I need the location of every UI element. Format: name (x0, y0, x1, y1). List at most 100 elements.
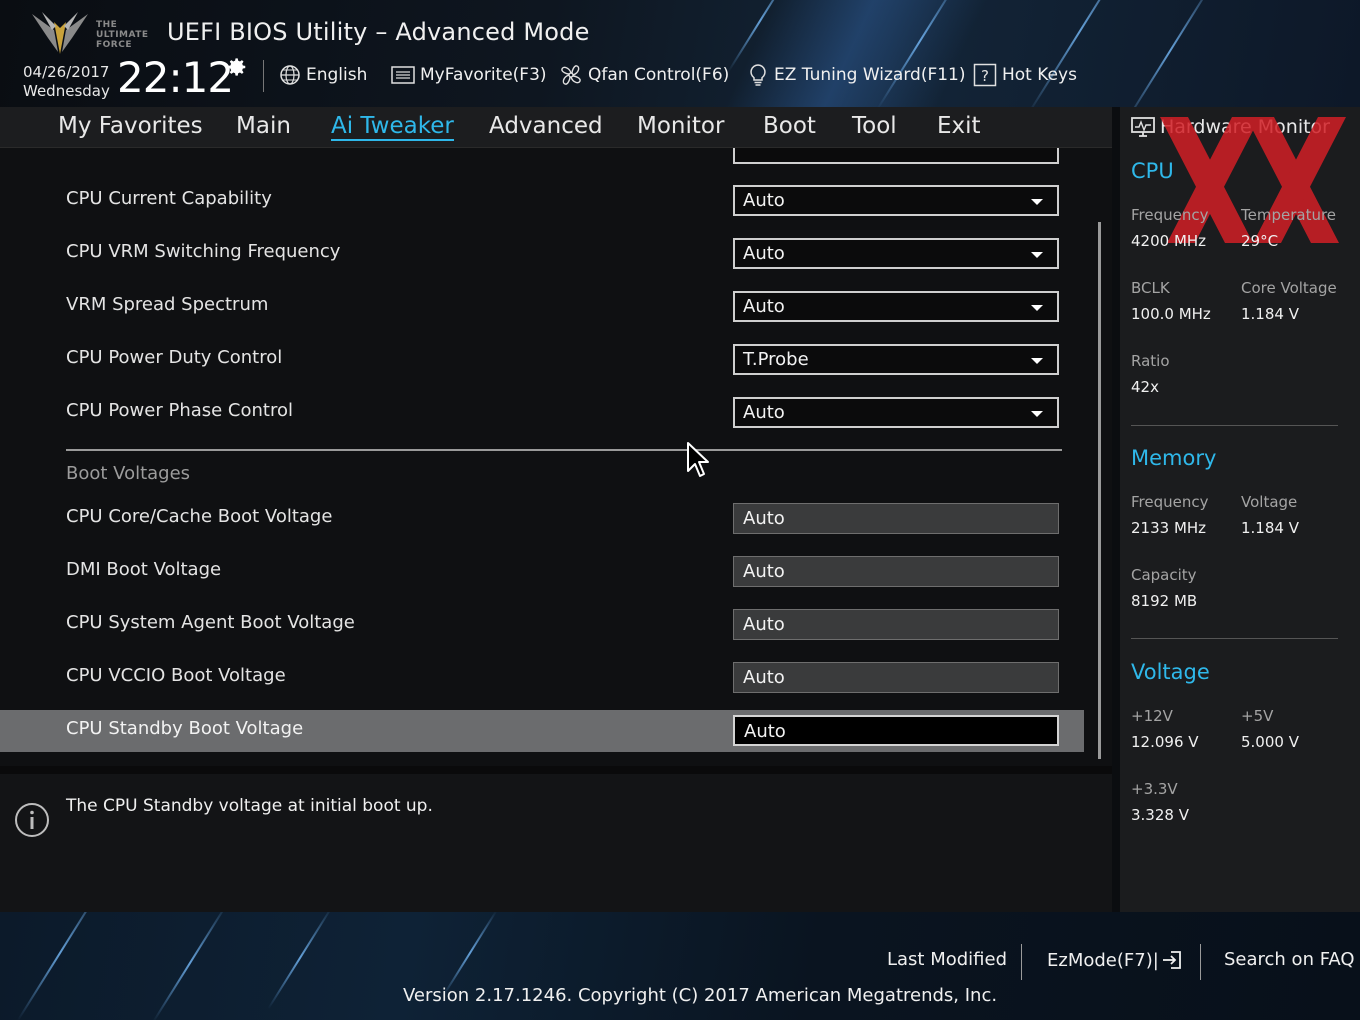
cpu-core-cache-boot-voltage-field[interactable]: Auto (733, 503, 1059, 534)
ratio-value: 42x (1131, 378, 1159, 396)
v33-value: 3.328 V (1131, 806, 1189, 824)
cpu-power-duty-control-select[interactable]: T.Probe (733, 344, 1059, 375)
tab-my-favorites[interactable]: My Favorites (58, 113, 203, 139)
decor-streak (152, 912, 228, 1020)
v12-label: +12V (1131, 707, 1173, 725)
tab-main[interactable]: Main (236, 113, 291, 139)
tab-tool[interactable]: Tool (852, 113, 897, 139)
decor-streak (876, 0, 964, 107)
hw-divider (1131, 638, 1338, 639)
dropdown-arrow-icon (1031, 358, 1043, 364)
clock: 22:12 (117, 53, 234, 102)
setting-row[interactable]: VRM Spread Spectrum Auto (0, 286, 1084, 326)
tab-monitor[interactable]: Monitor (637, 113, 724, 139)
v5-value: 5.000 V (1241, 733, 1299, 751)
setting-label: CPU VCCIO Boot Voltage (66, 665, 286, 686)
ezmode-button[interactable]: EzMode(F7)| (1047, 949, 1183, 971)
date-display: 04/26/2017 Wednesday (23, 63, 110, 101)
v33-label: +3.3V (1131, 780, 1178, 798)
mouse-cursor-icon (687, 442, 709, 477)
tab-ai-tweaker[interactable]: Ai Tweaker (331, 113, 454, 141)
help-panel: The CPU Standby voltage at initial boot … (0, 766, 1112, 912)
cpu-frequency-value: 4200 MHz (1131, 232, 1207, 250)
gear-icon[interactable] (226, 56, 248, 78)
vrm-spread-spectrum-select[interactable]: Auto (733, 291, 1059, 322)
logo-text: THE ULTIMATE FORCE (96, 20, 149, 50)
core-voltage-label: Core Voltage (1241, 279, 1337, 297)
capacity-label: Capacity (1131, 566, 1197, 584)
hot-keys-label: Hot Keys (1002, 65, 1077, 85)
exit-arrow-icon (1162, 951, 1181, 969)
select-value: Auto (743, 296, 785, 317)
footer-separator (1021, 944, 1022, 980)
setting-row[interactable]: CPU System Agent Boot Voltage Auto (0, 604, 1084, 644)
date-text: 04/26/2017 (23, 63, 110, 81)
tab-boot[interactable]: Boot (763, 113, 816, 139)
core-voltage-value: 1.184 V (1241, 305, 1299, 323)
setting-label: CPU Current Capability (66, 188, 272, 209)
ez-tuning-wizard-button[interactable]: EZ Tuning Wizard(F11) (747, 62, 966, 88)
select-value: Auto (743, 190, 785, 211)
memory-voltage-label: Voltage (1241, 493, 1298, 511)
setting-label: CPU Power Duty Control (66, 347, 283, 368)
list-icon (391, 66, 415, 84)
setting-label: DMI Boot Voltage (66, 559, 222, 580)
hot-keys-button[interactable]: ? Hot Keys (973, 62, 1077, 88)
setting-label: CPU System Agent Boot Voltage (66, 612, 355, 633)
search-faq-button[interactable]: Search on FAQ (1224, 949, 1355, 970)
dropdown-arrow-icon (1031, 199, 1043, 205)
v5-label: +5V (1241, 707, 1274, 725)
svg-text:?: ? (981, 67, 989, 85)
app-title: UEFI BIOS Utility – Advanced Mode (167, 18, 590, 46)
setting-row[interactable]: CPU Power Phase Control Auto (0, 392, 1084, 432)
ratio-label: Ratio (1131, 352, 1170, 370)
cpu-vccio-boot-voltage-field[interactable]: Auto (733, 662, 1059, 693)
setting-label: CPU Standby Boot Voltage (66, 718, 304, 739)
last-modified-button[interactable]: Last Modified (887, 949, 1007, 970)
select-value: Auto (743, 402, 785, 423)
tab-advanced[interactable]: Advanced (489, 113, 603, 139)
section-divider (66, 449, 1062, 451)
ezmode-label: EzMode(F7)| (1047, 949, 1159, 971)
cpu-system-agent-boot-voltage-field[interactable]: Auto (733, 609, 1059, 640)
qfan-control-button[interactable]: Qfan Control(F6) (559, 62, 729, 88)
setting-label: CPU Core/Cache Boot Voltage (66, 506, 333, 527)
help-icon: ? (973, 63, 997, 87)
help-text: The CPU Standby voltage at initial boot … (66, 796, 433, 816)
hw-section-voltage: Voltage (1131, 660, 1210, 684)
setting-row[interactable]: CPU Core/Cache Boot Voltage Auto (0, 498, 1084, 538)
scrollbar[interactable] (1098, 222, 1101, 759)
language-button[interactable]: English (279, 62, 367, 88)
cpu-current-capability-select[interactable]: Auto (733, 185, 1059, 216)
setting-row[interactable]: CPU VCCIO Boot Voltage Auto (0, 657, 1084, 697)
setting-row-selected[interactable]: CPU Standby Boot Voltage Auto (0, 710, 1084, 752)
setting-row[interactable]: CPU Power Duty Control T.Probe (0, 339, 1084, 379)
setting-label: VRM Spread Spectrum (66, 294, 269, 315)
tab-exit[interactable]: Exit (937, 113, 981, 139)
cpu-power-phase-control-select[interactable]: Auto (733, 397, 1059, 428)
setting-row[interactable]: CPU Current Capability Auto (0, 180, 1084, 220)
fan-icon (561, 65, 581, 85)
setting-row[interactable]: DMI Boot Voltage Auto (0, 551, 1084, 591)
cpu-standby-boot-voltage-field[interactable]: Auto (733, 715, 1059, 746)
main-menu-bar: My Favorites Main Ai Tweaker Advanced Mo… (0, 107, 1112, 148)
select-value: Auto (743, 243, 785, 264)
partially-visible-select[interactable] (733, 148, 1059, 164)
setting-label: CPU Power Phase Control (66, 400, 293, 421)
language-label: English (306, 65, 368, 85)
bclk-label: BCLK (1131, 279, 1170, 297)
capacity-value: 8192 MB (1131, 592, 1198, 610)
tuf-logo: THE ULTIMATE FORCE (28, 8, 152, 58)
memory-voltage-value: 1.184 V (1241, 519, 1299, 537)
myfavorite-button[interactable]: MyFavorite(F3) (391, 62, 547, 88)
setting-row[interactable]: CPU VRM Switching Frequency Auto (0, 233, 1084, 273)
v12-value: 12.096 V (1131, 733, 1199, 751)
hw-divider (1131, 425, 1338, 426)
decor-streak (1026, 0, 1134, 107)
decor-streak (267, 912, 333, 1010)
dmi-boot-voltage-field[interactable]: Auto (733, 556, 1059, 587)
footer-separator (1200, 944, 1201, 980)
cpu-vrm-switching-frequency-select[interactable]: Auto (733, 238, 1059, 269)
cpu-temperature-label: Temperature (1241, 206, 1337, 224)
select-value: T.Probe (743, 349, 809, 370)
